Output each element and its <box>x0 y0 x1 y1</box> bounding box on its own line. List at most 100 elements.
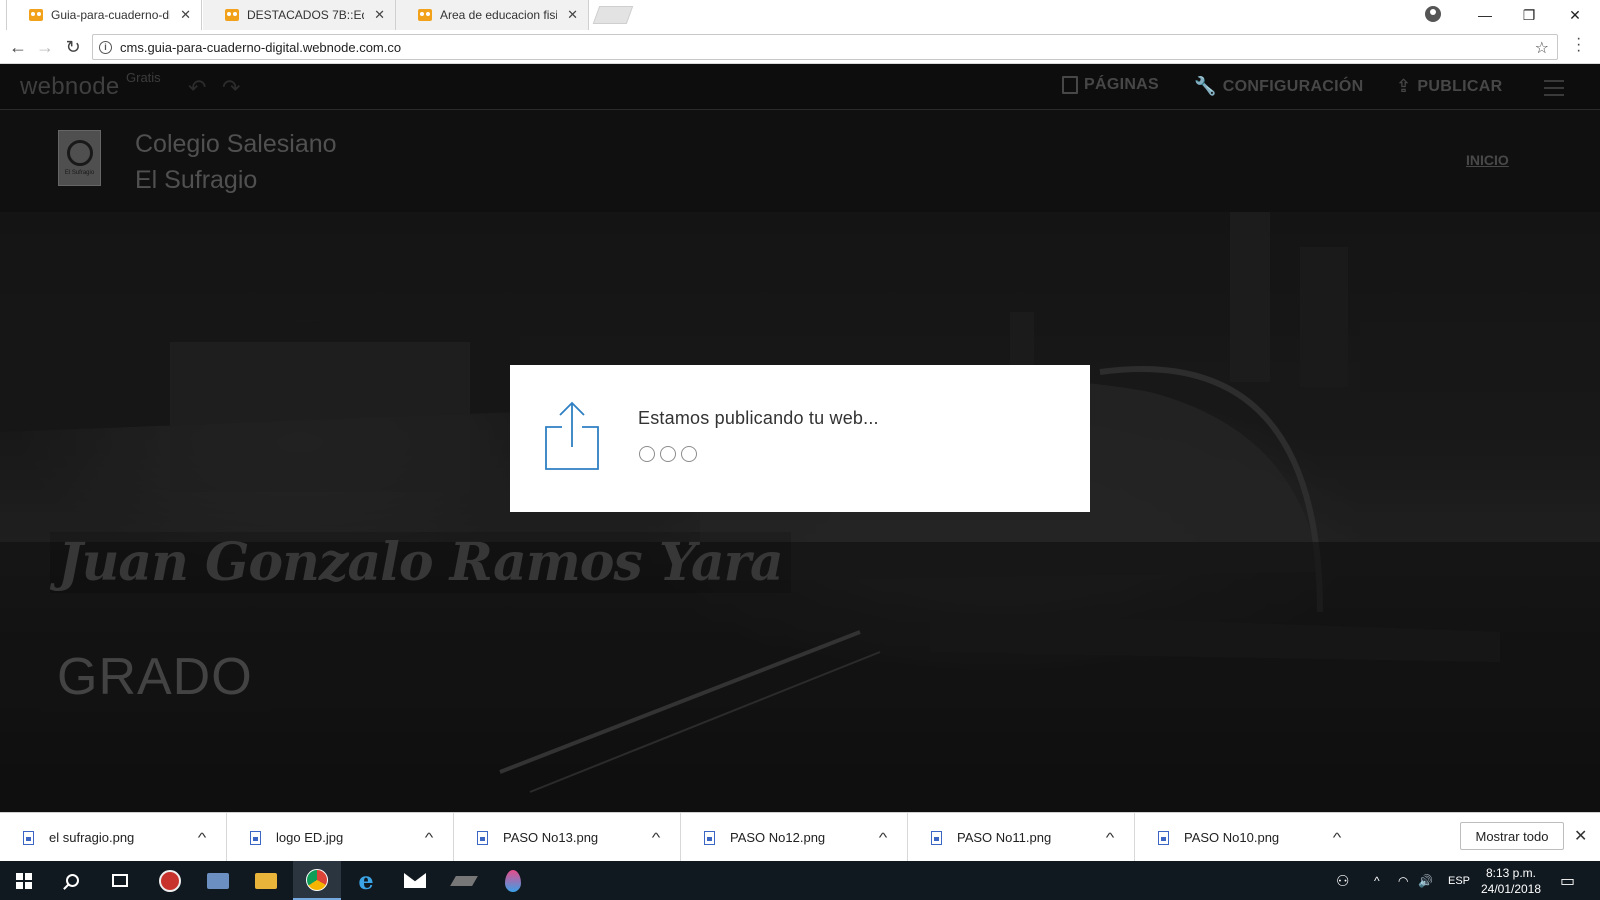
download-item[interactable]: el sufragio.png ^ <box>0 813 227 862</box>
download-filename: el sufragio.png <box>49 830 135 845</box>
close-downloads-shelf-icon[interactable]: ✕ <box>1574 826 1587 846</box>
taskbar-file-explorer[interactable] <box>242 861 290 900</box>
image-file-icon <box>477 830 488 845</box>
chevron-up-icon[interactable]: ^ <box>198 830 207 845</box>
maximize-button[interactable]: ❐ <box>1506 0 1552 30</box>
image-file-icon <box>23 830 34 845</box>
image-file-icon <box>250 830 261 845</box>
taskbar-mail[interactable] <box>391 861 439 900</box>
tab-close-icon[interactable]: ✕ <box>374 7 385 23</box>
minimize-button[interactable]: — <box>1462 0 1508 30</box>
download-item[interactable]: PASO No11.png ^ <box>908 813 1135 862</box>
profile-icon[interactable] <box>1425 6 1441 22</box>
download-item[interactable]: PASO No10.png ^ <box>1135 813 1362 862</box>
taskbar-app-red[interactable] <box>146 861 194 900</box>
downloads-shelf: el sufragio.png ^ logo ED.jpg ^ PASO No1… <box>0 812 1600 862</box>
undo-icon[interactable]: ↶ <box>188 75 206 101</box>
search-icon <box>65 874 79 887</box>
image-file-icon <box>1158 830 1169 845</box>
download-filename: PASO No10.png <box>1184 830 1280 845</box>
volume-icon[interactable]: 🔊 <box>1418 861 1433 900</box>
site-info-icon[interactable]: i <box>99 40 112 54</box>
hamburger-menu-icon[interactable] <box>1544 80 1564 101</box>
url-text: cms.guia-para-cuaderno-digital.webnode.c… <box>120 39 402 55</box>
task-view-button[interactable] <box>96 861 144 900</box>
browser-menu-icon[interactable]: · · · <box>1576 31 1581 59</box>
plan-label: Gratis <box>126 70 161 85</box>
tab-close-icon[interactable]: ✕ <box>567 7 578 23</box>
tab-title: DESTACADOS 7B::Edufisica <box>247 8 364 22</box>
reload-icon[interactable]: ↻ <box>61 35 85 59</box>
tab-area-educacion-fisica[interactable]: Area de educacion fisica ✕ <box>396 0 589 30</box>
loading-dots-spinner <box>639 446 697 462</box>
language-indicator[interactable]: ESP <box>1448 861 1470 900</box>
chevron-up-icon[interactable]: ^ <box>1333 830 1342 845</box>
tab-title: Guia-para-cuaderno-digital <box>51 8 170 22</box>
show-all-downloads-button[interactable]: Mostrar todo <box>1460 822 1564 850</box>
address-bar[interactable]: i cms.guia-para-cuaderno-digital.webnode… <box>92 34 1558 60</box>
tab-destacados-7b[interactable]: DESTACADOS 7B::Edufisica ✕ <box>203 0 396 30</box>
download-filename: PASO No12.png <box>730 830 826 845</box>
tab-title: Area de educacion fisica <box>440 8 557 22</box>
paint-drop-icon <box>505 869 521 892</box>
pages-menu-button[interactable]: PÁGINAS <box>1062 76 1159 94</box>
browser-toolbar: ← → ↻ i cms.guia-para-cuaderno-digital.w… <box>0 30 1600 64</box>
taskbar-app-network[interactable] <box>194 861 242 900</box>
taskbar-internet-explorer[interactable]: e <box>342 861 390 900</box>
chevron-up-icon[interactable]: ^ <box>425 830 434 845</box>
chevron-up-icon[interactable]: ^ <box>1374 861 1380 900</box>
taskbar-app-paint[interactable] <box>489 861 537 900</box>
taskbar-search-button[interactable] <box>48 861 96 900</box>
tab-guia-para-cuaderno-digital[interactable]: Guia-para-cuaderno-digital ✕ <box>6 0 202 30</box>
chevron-up-icon[interactable]: ^ <box>1106 830 1115 845</box>
window-close-button[interactable]: ✕ <box>1552 0 1598 30</box>
image-file-icon <box>931 830 942 845</box>
settings-menu-button[interactable]: 🔧 CONFIGURACIÓN <box>1194 76 1364 97</box>
download-filename: PASO No13.png <box>503 830 599 845</box>
webnode-favicon-icon <box>225 9 239 21</box>
redo-icon[interactable]: ↷ <box>222 75 240 101</box>
download-item[interactable]: PASO No13.png ^ <box>454 813 681 862</box>
task-view-icon <box>112 874 128 887</box>
chevron-up-icon[interactable]: ^ <box>652 830 661 845</box>
new-tab-button[interactable] <box>592 6 634 24</box>
loading-dot <box>639 446 655 462</box>
loading-dot <box>660 446 676 462</box>
webnode-favicon-icon <box>418 9 432 21</box>
mail-icon <box>404 873 426 888</box>
windows-taskbar: e ⚇ ^ ◠ 🔊 ESP 8:13 p.m. 24/01/2018 ▭ <box>0 861 1600 900</box>
loading-dot <box>681 446 697 462</box>
forward-arrow-icon[interactable]: → <box>33 35 57 59</box>
wifi-icon[interactable]: ◠ <box>1398 861 1408 900</box>
network-app-icon <box>207 872 229 889</box>
image-file-icon <box>704 830 715 845</box>
publish-label: PUBLICAR <box>1417 77 1503 95</box>
chevron-up-icon[interactable]: ^ <box>879 830 888 845</box>
start-button[interactable] <box>0 861 48 900</box>
people-icon[interactable]: ⚇ <box>1336 861 1349 900</box>
download-item[interactable]: PASO No12.png ^ <box>681 813 908 862</box>
pages-icon <box>1062 76 1078 94</box>
download-filename: logo ED.jpg <box>276 830 344 845</box>
tab-close-icon[interactable]: ✕ <box>180 7 191 23</box>
taskbar-app-tablet[interactable] <box>440 861 488 900</box>
pages-label: PÁGINAS <box>1084 76 1159 93</box>
folder-icon <box>255 872 277 889</box>
publish-upload-icon <box>545 401 599 470</box>
taskbar-chrome[interactable] <box>293 861 341 900</box>
app-red-circle-icon <box>159 869 181 892</box>
download-item[interactable]: logo ED.jpg ^ <box>227 813 454 862</box>
bookmark-star-icon[interactable]: ☆ <box>1535 38 1549 58</box>
webnode-favicon-icon <box>29 9 43 21</box>
webnode-editor-bar: webnode Gratis ↶ ↷ PÁGINAS 🔧 CONFIGURACI… <box>0 64 1600 110</box>
clock-date: 24/01/2018 <box>1480 882 1542 896</box>
publish-menu-button[interactable]: ⇪ PUBLICAR <box>1396 76 1502 97</box>
taskbar-clock[interactable]: 8:13 p.m. 24/01/2018 <box>1476 865 1546 897</box>
settings-label: CONFIGURACIÓN <box>1222 77 1364 95</box>
wrench-icon: 🔧 <box>1194 76 1217 96</box>
download-filename: PASO No11.png <box>957 830 1052 845</box>
notifications-icon[interactable]: ▭ <box>1560 861 1575 900</box>
back-arrow-icon[interactable]: ← <box>6 35 30 59</box>
clock-time: 8:13 p.m. <box>1485 866 1537 880</box>
upload-icon: ⇪ <box>1396 76 1412 96</box>
